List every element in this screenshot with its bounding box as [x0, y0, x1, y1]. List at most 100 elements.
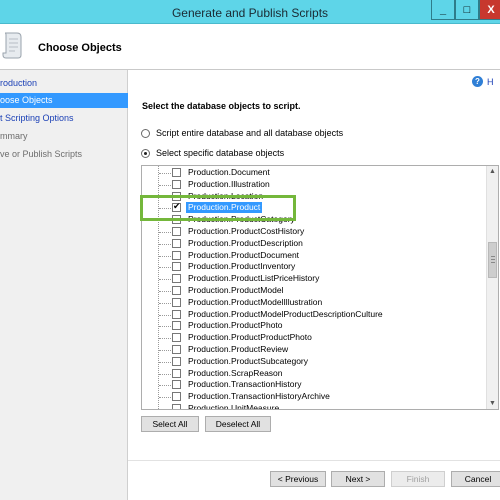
tree-connector — [159, 267, 171, 269]
tree-connector — [159, 397, 171, 399]
tree-item[interactable]: Production.ProductModelIllustration — [142, 297, 488, 309]
tree-item-checkbox[interactable] — [172, 250, 181, 260]
tree-connector — [159, 184, 171, 186]
tree-item[interactable]: Production.ProductListPriceHistory — [142, 273, 488, 285]
tree-item[interactable]: Production.ProductReview — [142, 344, 488, 356]
maximize-button[interactable]: □ — [455, 0, 479, 20]
title-bar: Generate and Publish Scripts _ □ X — [0, 0, 500, 24]
tree-item-label[interactable]: Production.ProductReview — [186, 344, 290, 355]
scroll-down-icon[interactable]: ▼ — [487, 398, 498, 409]
nav-item-summary: mmary — [0, 131, 28, 141]
tree-item-checkbox[interactable] — [172, 333, 181, 343]
tree-item-label[interactable]: Production.ProductSubcategory — [186, 356, 310, 367]
tree-item-checkbox[interactable] — [172, 321, 181, 331]
scroll-icon — [2, 32, 22, 59]
tree-item-label[interactable]: Production.ProductModelIllustration — [186, 297, 324, 308]
radio-entire-database[interactable] — [141, 128, 150, 138]
close-button[interactable]: X — [479, 0, 500, 20]
tree-item-checkbox[interactable] — [172, 368, 181, 378]
help-link[interactable]: ? H — [472, 76, 494, 87]
tree-connector — [159, 243, 171, 245]
tree-item-checkbox[interactable] — [172, 356, 181, 366]
section-prompt: Select the database objects to script. — [142, 101, 301, 111]
tree-item[interactable]: Production.ProductInventory — [142, 261, 488, 273]
tree-item-label[interactable]: Production.ProductDocument — [186, 250, 301, 261]
tree-item-checkbox[interactable] — [172, 380, 181, 390]
tree-item[interactable]: Production.ProductDescription — [142, 238, 488, 250]
tree-item[interactable]: Production.UnitMeasure — [142, 403, 488, 410]
option-entire-database-label: Script entire database and all database … — [156, 128, 344, 138]
scroll-up-icon[interactable]: ▲ — [487, 166, 498, 177]
option-specific-objects[interactable]: Select specific database objects — [141, 148, 284, 158]
tree-item[interactable]: Production.ProductCostHistory — [142, 226, 488, 238]
tree-connector — [159, 255, 171, 257]
cancel-button[interactable]: Cancel — [451, 471, 500, 487]
tree-item[interactable]: Production.Illustration — [142, 179, 488, 191]
tree-item-checkbox[interactable] — [172, 404, 181, 409]
tree-item-checkbox[interactable] — [172, 238, 181, 248]
tree-item-checkbox[interactable] — [172, 392, 181, 402]
window-title: Generate and Publish Scripts — [171, 6, 329, 20]
tree-item-label[interactable]: Production.ScrapReason — [186, 368, 285, 379]
tree-item-label[interactable]: Production.ProductCostHistory — [186, 226, 306, 237]
tree-item-checkbox[interactable] — [172, 227, 181, 236]
footer-divider — [128, 460, 500, 461]
wizard-header: Choose Objects — [0, 24, 500, 70]
tree-item-checkbox[interactable] — [172, 309, 181, 319]
minimize-button[interactable]: _ — [431, 0, 455, 20]
tree-item-label[interactable]: Production.ProductInventory — [186, 261, 297, 272]
tree-item-label[interactable]: Production.ProductListPriceHistory — [186, 273, 321, 284]
tree-item[interactable]: Production.ProductProductPhoto — [142, 332, 488, 344]
tree-item-label[interactable]: Production.ProductDescription — [186, 238, 305, 249]
tree-item[interactable]: Production.Document — [142, 167, 488, 179]
tree-item-label[interactable]: Production.ProductProductPhoto — [186, 332, 314, 343]
tree-item[interactable]: Production.ProductModelProductDescriptio… — [142, 309, 488, 321]
previous-button[interactable]: < Previous — [270, 471, 326, 487]
tree-connector — [159, 314, 171, 316]
tree-item-label[interactable]: Production.UnitMeasure — [186, 403, 281, 409]
tree-item-checkbox[interactable] — [172, 179, 181, 189]
scroll-thumb[interactable] — [488, 242, 497, 278]
tree-connector — [159, 350, 171, 351]
tree-item-checkbox[interactable] — [172, 274, 181, 284]
tree-item-checkbox[interactable] — [172, 168, 181, 177]
select-all-button[interactable]: Select All — [141, 416, 199, 432]
tree-connector — [159, 291, 171, 292]
tree-item[interactable]: Production.ProductSubcategory — [142, 356, 488, 368]
tree-connector — [159, 385, 171, 387]
tree-item[interactable]: Production.TransactionHistory — [142, 379, 488, 391]
highlight-box — [140, 195, 296, 221]
tree-connector — [159, 326, 171, 328]
tree-connector — [159, 361, 171, 363]
tree-item[interactable]: Production.ScrapReason — [142, 368, 488, 380]
option-entire-database[interactable]: Script entire database and all database … — [141, 128, 343, 138]
nav-item-choose-objects[interactable]: oose Objects — [0, 93, 128, 108]
tree-connector — [159, 409, 171, 410]
tree-item-label[interactable]: Production.TransactionHistoryArchive — [186, 391, 332, 402]
finish-button: Finish — [391, 471, 445, 487]
tree-item-checkbox[interactable] — [172, 262, 181, 272]
wizard-nav: roduction oose Objects t Scripting Optio… — [0, 70, 128, 500]
tree-item-checkbox[interactable] — [172, 286, 181, 295]
next-button[interactable]: Next > — [331, 471, 385, 487]
tree-scrollbar[interactable]: ▲ ▼ — [486, 166, 498, 409]
tree-connector — [159, 173, 171, 174]
tree-item[interactable]: Production.ProductPhoto — [142, 320, 488, 332]
deselect-all-button[interactable]: Deselect All — [205, 416, 271, 432]
tree-item[interactable]: Production.ProductModel — [142, 285, 488, 297]
tree-item[interactable]: Production.TransactionHistoryArchive — [142, 391, 488, 403]
tree-item-checkbox[interactable] — [172, 345, 181, 354]
tree-item-label[interactable]: Production.TransactionHistory — [186, 379, 304, 390]
tree-connector — [159, 232, 171, 233]
tree-item-label[interactable]: Production.Document — [186, 167, 272, 178]
tree-item-label[interactable]: Production.Illustration — [186, 179, 272, 190]
nav-item-scripting-options[interactable]: t Scripting Options — [0, 111, 128, 126]
tree-item-checkbox[interactable] — [172, 297, 181, 307]
tree-item-label[interactable]: Production.ProductModelProductDescriptio… — [186, 309, 385, 320]
nav-item-introduction[interactable]: roduction — [0, 76, 128, 91]
tree-item-label[interactable]: Production.ProductPhoto — [186, 320, 285, 331]
tree-item[interactable]: Production.ProductDocument — [142, 250, 488, 262]
radio-specific-objects[interactable] — [141, 148, 150, 158]
option-specific-objects-label: Select specific database objects — [156, 148, 285, 158]
tree-item-label[interactable]: Production.ProductModel — [186, 285, 285, 296]
